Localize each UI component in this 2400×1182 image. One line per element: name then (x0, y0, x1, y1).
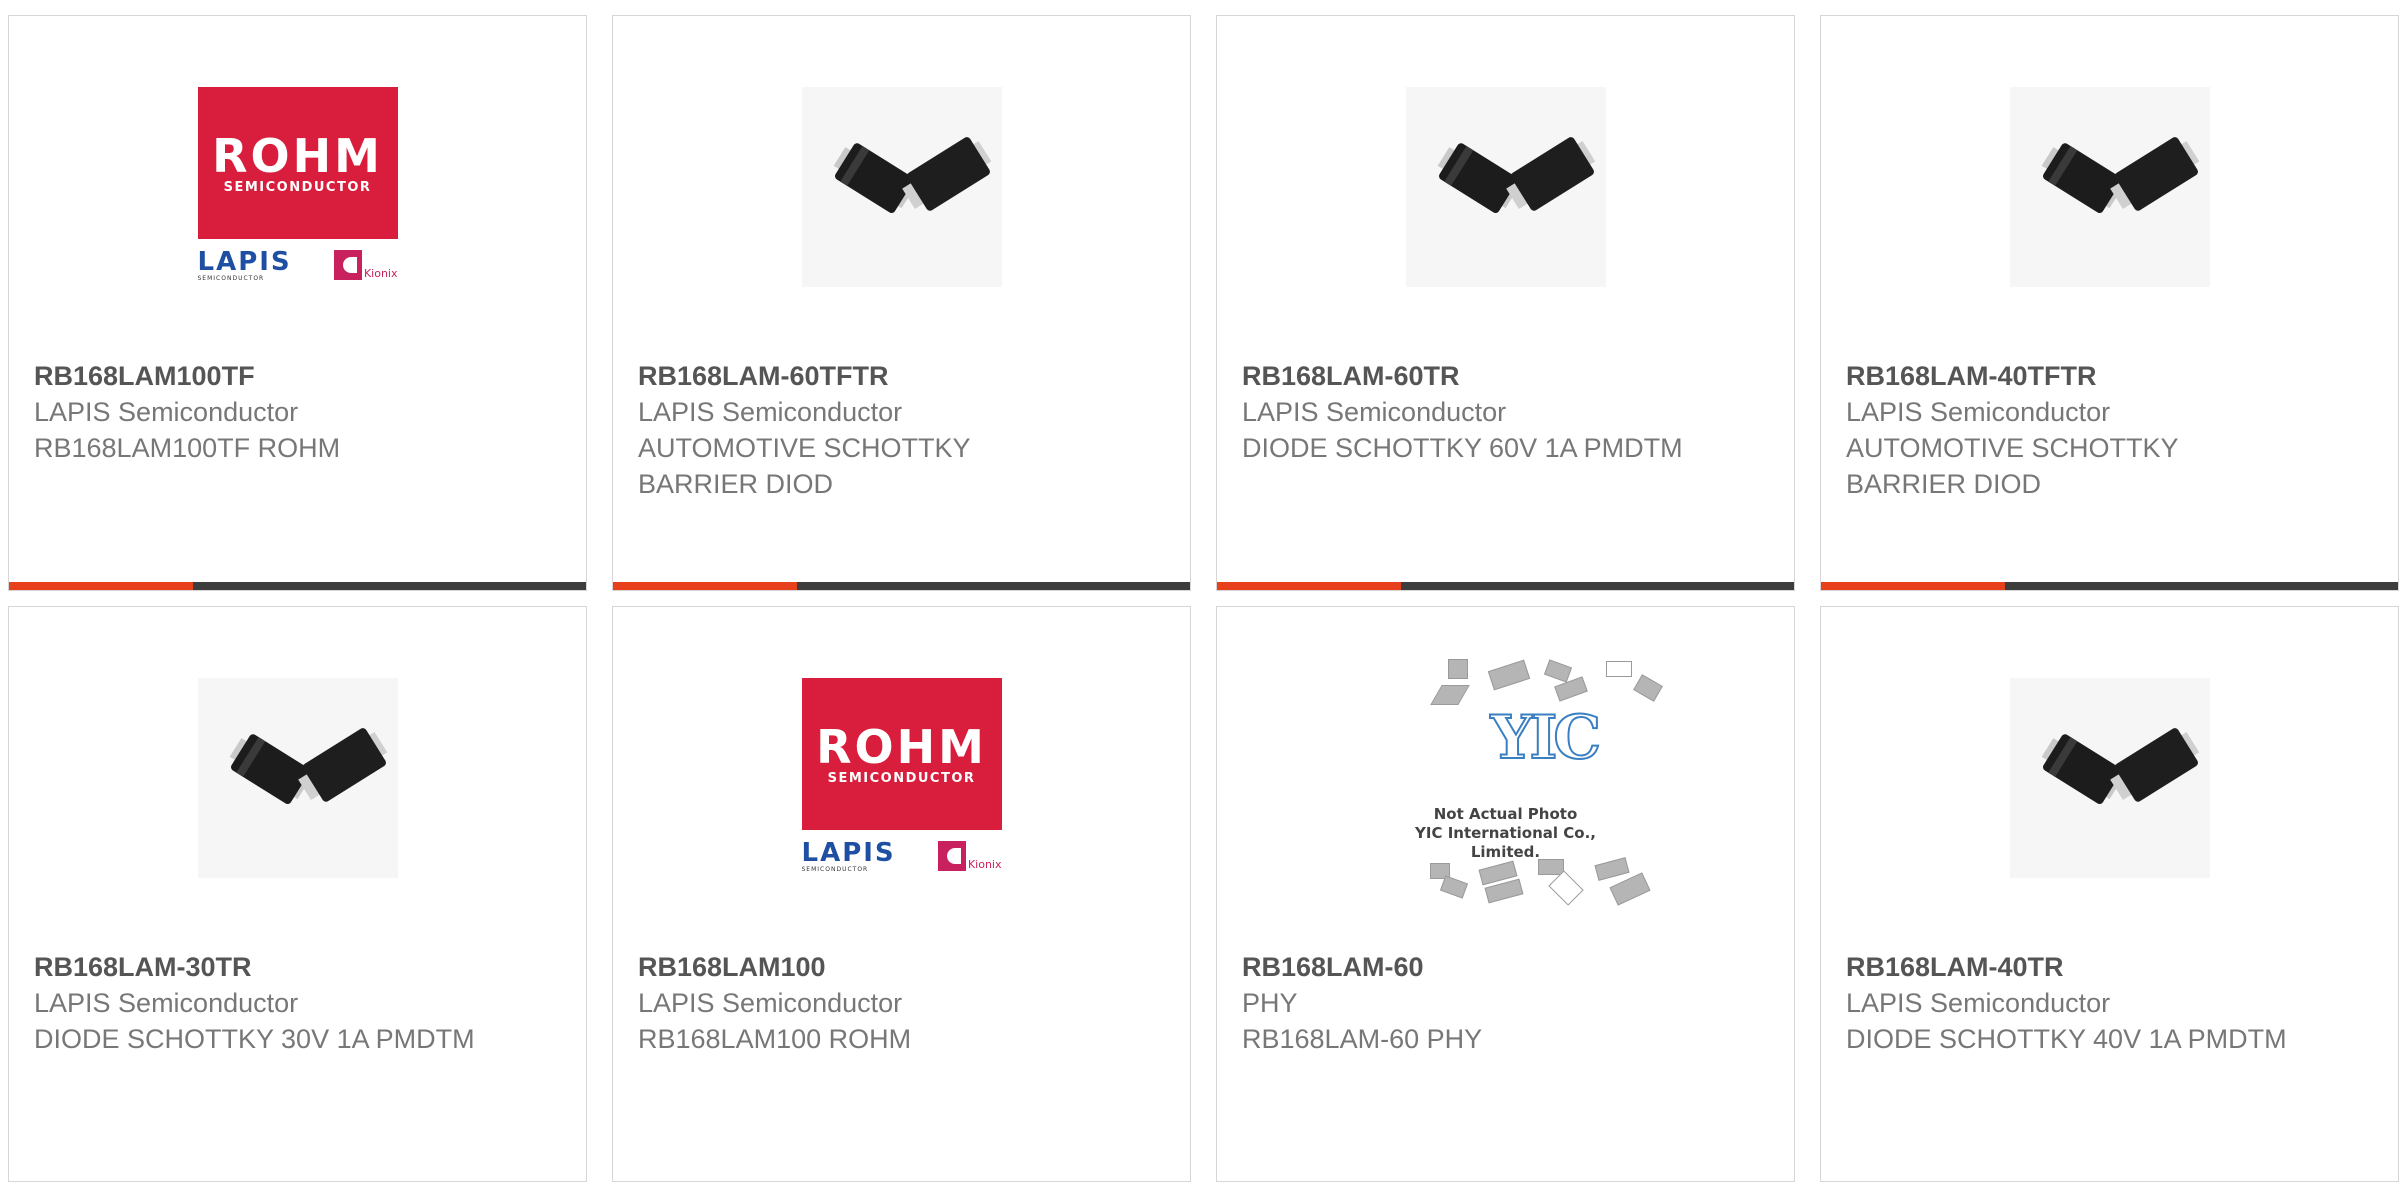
rohm-logo: ROHM SEMICONDUCTOR LAPIS SEMICONDUCTOR K… (197, 87, 398, 287)
description: RB168LAM-60 PHY (1242, 1024, 1483, 1054)
description: DIODE SCHOTTKY 40V 1A PMDTM (1846, 1024, 2287, 1054)
product-image[interactable] (1405, 87, 1606, 287)
product-card[interactable]: ROHM SEMICONDUCTOR LAPIS SEMICONDUCTOR K… (8, 15, 587, 591)
diode-package-icon (2009, 678, 2210, 878)
product-image[interactable] (2009, 87, 2210, 287)
description: RB168LAM100TF ROHM (34, 433, 341, 463)
card-bottom-bar (1821, 582, 2398, 590)
description: AUTOMOTIVE SCHOTTKY BARRIER DIOD (638, 433, 971, 499)
product-card[interactable]: RB168LAM-30TR LAPIS Semiconductor DIODE … (8, 606, 587, 1182)
product-image[interactable]: ROHM SEMICONDUCTOR LAPIS SEMICONDUCTOR K… (197, 87, 398, 287)
part-number[interactable]: RB168LAM-30TR (34, 949, 561, 985)
manufacturer: LAPIS Semiconductor (638, 397, 903, 427)
part-number[interactable]: RB168LAM-60TFTR (638, 358, 1165, 394)
description: AUTOMOTIVE SCHOTTKY BARRIER DIOD (1846, 433, 2179, 499)
description: DIODE SCHOTTKY 60V 1A PMDTM (1242, 433, 1683, 463)
product-card[interactable]: RB168LAM-40TFTR LAPIS Semiconductor AUTO… (1820, 15, 2399, 591)
part-number[interactable]: RB168LAM-40TFTR (1846, 358, 2373, 394)
yic-placeholder-image: YIC Not Actual Photo YIC International C… (1406, 657, 1663, 907)
manufacturer: PHY (1242, 988, 1298, 1018)
diode-package-icon (197, 678, 398, 878)
card-bottom-bar (1217, 582, 1794, 590)
product-image[interactable] (2009, 678, 2210, 878)
product-image[interactable]: YIC Not Actual Photo YIC International C… (1406, 659, 1663, 906)
diode-package-icon (801, 87, 1002, 287)
product-card[interactable]: YIC Not Actual Photo YIC International C… (1216, 606, 1795, 1182)
product-grid: ROHM SEMICONDUCTOR LAPIS SEMICONDUCTOR K… (8, 15, 2399, 1182)
description: RB168LAM100 ROHM (638, 1024, 912, 1054)
manufacturer: LAPIS Semiconductor (1846, 988, 2111, 1018)
product-image[interactable] (197, 678, 398, 878)
product-card[interactable]: RB168LAM-60TFTR LAPIS Semiconductor AUTO… (612, 15, 1191, 591)
part-number[interactable]: RB168LAM-60 (1242, 949, 1769, 985)
description: DIODE SCHOTTKY 30V 1A PMDTM (34, 1024, 475, 1054)
diode-package-icon (1405, 87, 1606, 287)
rohm-logo: ROHM SEMICONDUCTOR LAPIS SEMICONDUCTOR K… (801, 678, 1002, 878)
product-card[interactable]: RB168LAM-40TR LAPIS Semiconductor DIODE … (1820, 606, 2399, 1182)
manufacturer: LAPIS Semiconductor (34, 988, 299, 1018)
product-image[interactable]: ROHM SEMICONDUCTOR LAPIS SEMICONDUCTOR K… (801, 678, 1002, 878)
part-number[interactable]: RB168LAM100 (638, 949, 1165, 985)
product-card[interactable]: ROHM SEMICONDUCTOR LAPIS SEMICONDUCTOR K… (612, 606, 1191, 1182)
card-bottom-bar (9, 582, 586, 590)
product-image[interactable] (801, 87, 1002, 287)
part-number[interactable]: RB168LAM-60TR (1242, 358, 1769, 394)
part-number[interactable]: RB168LAM-40TR (1846, 949, 2373, 985)
manufacturer: LAPIS Semiconductor (1846, 397, 2111, 427)
manufacturer: LAPIS Semiconductor (1242, 397, 1507, 427)
diode-package-icon (2009, 87, 2210, 287)
part-number[interactable]: RB168LAM100TF (34, 358, 561, 394)
product-card[interactable]: RB168LAM-60TR LAPIS Semiconductor DIODE … (1216, 15, 1795, 591)
manufacturer: LAPIS Semiconductor (638, 988, 903, 1018)
manufacturer: LAPIS Semiconductor (34, 397, 299, 427)
card-bottom-bar (613, 582, 1190, 590)
